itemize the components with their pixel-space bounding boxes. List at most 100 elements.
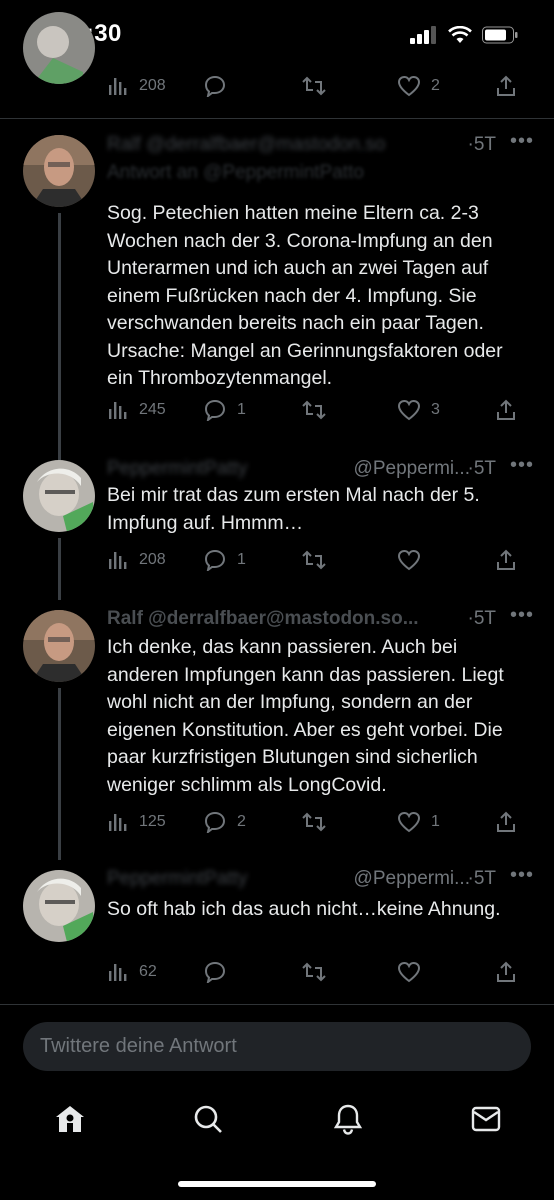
thread-line: [58, 688, 61, 860]
divider: [0, 1004, 554, 1005]
replies-count: 1: [237, 401, 246, 418]
author-name[interactable]: PeppermintPatty: [107, 458, 247, 479]
retweet-button[interactable]: [301, 75, 337, 97]
tweet-4[interactable]: PeppermintPatty @Peppermi... ·5T ••• So …: [0, 858, 554, 1004]
retweet-icon: [302, 550, 326, 570]
share-button[interactable]: [495, 399, 517, 421]
views-icon: [109, 964, 127, 981]
author-name[interactable]: Ralf @derralfbaer@mastodon.so: [107, 134, 385, 155]
reply-to[interactable]: Antwort an @PeppermintPatto: [107, 162, 364, 184]
tweet-text: Ich denke, das kann passieren. Auch bei …: [107, 636, 504, 796]
share-icon: [497, 549, 515, 570]
tweet-3[interactable]: Ralf @derralfbaer@mastodon.so... ·5T •••…: [0, 598, 554, 860]
author-handle[interactable]: @Peppermi...: [354, 458, 470, 480]
views-icon: [109, 402, 127, 419]
like-button[interactable]: 1: [397, 811, 440, 833]
tweet-time: ·5T: [467, 134, 496, 155]
retweet-icon: [302, 400, 326, 420]
views-count: 245: [139, 401, 166, 418]
search-icon: [194, 1105, 222, 1133]
views-button[interactable]: 125: [107, 811, 166, 833]
avatar[interactable]: [23, 460, 95, 532]
tweet-text: So oft hab ich das auch nicht…keine Ahnu…: [107, 898, 501, 920]
share-icon: [497, 961, 515, 982]
nav-home[interactable]: [52, 1101, 88, 1137]
tweet-actions: 245 1 3: [107, 396, 523, 424]
notifications-icon: [333, 1104, 363, 1135]
retweet-icon: [302, 76, 326, 96]
tweet-header: Ralf @derralfbaer@mastodon.so ·5T •••: [107, 130, 534, 162]
heart-icon: [397, 549, 421, 571]
reply-bar: [23, 1022, 531, 1071]
retweet-button[interactable]: [301, 811, 337, 833]
views-button[interactable]: 62: [107, 961, 157, 983]
views-count: 125: [139, 813, 166, 830]
share-button[interactable]: [495, 811, 517, 833]
heart-icon: [397, 811, 421, 833]
nav-notifications[interactable]: [330, 1101, 366, 1137]
reply-button[interactable]: 1: [203, 399, 246, 421]
like-button[interactable]: 3: [397, 399, 440, 421]
tweet-time: ·5T: [467, 458, 496, 479]
replies-count: 1: [237, 551, 246, 568]
avatar[interactable]: [23, 870, 95, 942]
share-button[interactable]: [495, 549, 517, 571]
reply-button[interactable]: [203, 961, 237, 983]
avatar[interactable]: [23, 12, 95, 84]
more-icon[interactable]: •••: [510, 604, 534, 627]
heart-icon: [397, 961, 421, 983]
thread-line: [58, 213, 61, 450]
tweet-1[interactable]: Ralf @derralfbaer@mastodon.so ·5T ••• An…: [0, 118, 554, 450]
retweet-button[interactable]: [301, 961, 337, 983]
more-icon[interactable]: •••: [510, 130, 534, 153]
like-button[interactable]: 2: [397, 75, 440, 97]
views-button[interactable]: 208: [107, 75, 166, 97]
author-name[interactable]: PeppermintPatty: [107, 868, 247, 889]
more-icon[interactable]: •••: [510, 864, 534, 887]
tweet-0[interactable]: 208 2: [0, 0, 554, 118]
nav-search[interactable]: [190, 1101, 226, 1137]
like-button[interactable]: [397, 549, 431, 571]
views-button[interactable]: 245: [107, 399, 166, 421]
tweet-2[interactable]: PeppermintPatty @Peppermi... ·5T ••• Bei…: [0, 448, 554, 600]
tweet-actions: 208 1: [107, 546, 523, 574]
reply-icon: [204, 961, 226, 983]
thread-line: [58, 538, 61, 600]
tweet-actions: 208 2: [107, 72, 523, 100]
views-count: 208: [139, 551, 166, 568]
messages-icon: [471, 1106, 501, 1132]
bottom-nav: [0, 1085, 554, 1155]
retweet-button[interactable]: [301, 549, 337, 571]
home-icon: [56, 1106, 84, 1132]
more-icon[interactable]: •••: [510, 454, 534, 477]
reply-button[interactable]: 2: [203, 811, 246, 833]
tweet-time: ·5T: [467, 608, 496, 629]
author-name[interactable]: Ralf @derralfbaer@mastodon.so...: [107, 608, 419, 629]
views-icon: [109, 814, 127, 831]
share-button[interactable]: [495, 961, 517, 983]
reply-input[interactable]: [23, 1022, 531, 1071]
like-button[interactable]: [397, 961, 431, 983]
tweet-actions: 62: [107, 958, 523, 986]
replies-count: 2: [237, 813, 246, 830]
reply-icon: [204, 811, 226, 833]
reply-button[interactable]: 1: [203, 549, 246, 571]
author-handle[interactable]: @Peppermi...: [354, 868, 470, 890]
views-icon: [109, 78, 127, 95]
retweet-icon: [302, 812, 326, 832]
nav-messages[interactable]: [468, 1101, 504, 1137]
retweet-icon: [302, 962, 326, 982]
home-indicator: [178, 1181, 376, 1187]
share-icon: [497, 399, 515, 420]
tweet-text: Sog. Petechien hatten meine Eltern ca. 2…: [107, 202, 503, 389]
tweet-actions: 125 2 1: [107, 808, 523, 836]
retweet-button[interactable]: [301, 399, 337, 421]
reply-button[interactable]: [203, 75, 237, 97]
views-button[interactable]: 208: [107, 549, 166, 571]
tweet-time: ·5T: [467, 868, 496, 889]
avatar[interactable]: [23, 135, 95, 207]
thread-line: [58, 448, 61, 460]
views-count: 62: [139, 963, 157, 980]
avatar[interactable]: [23, 610, 95, 682]
share-button[interactable]: [495, 75, 517, 97]
